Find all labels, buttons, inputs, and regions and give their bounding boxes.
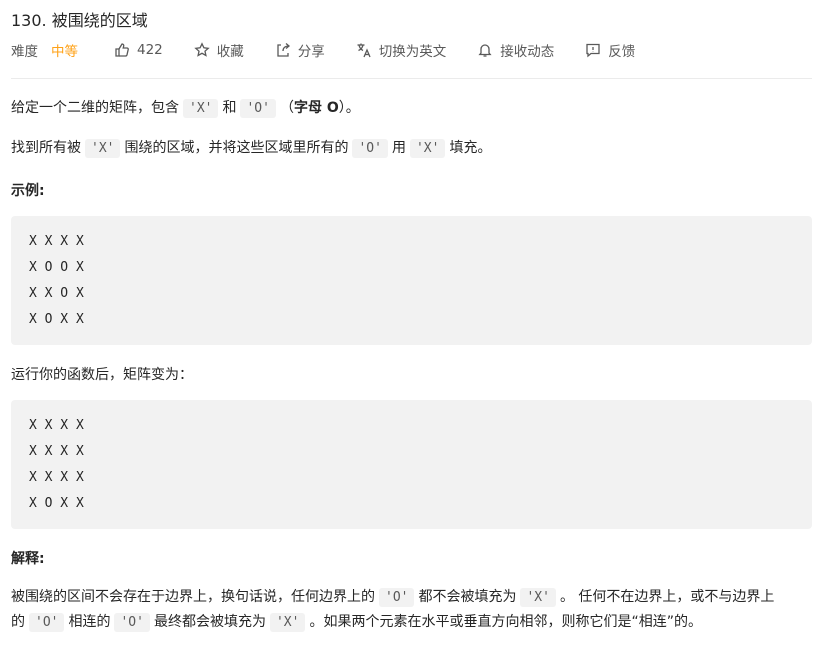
desc-text: （: [279, 100, 294, 116]
inline-code: 'O': [240, 99, 276, 118]
explanation-paragraph: 被围绕的区间不会存在于边界上，换句话说，任何边界上的 'O' 都不会被填充为 'X'。…: [11, 585, 811, 635]
inline-code: 'O': [352, 139, 388, 158]
inline-code: 'O': [114, 613, 150, 632]
feedback-label: 反馈: [608, 44, 636, 60]
thumbs-up-icon: [115, 43, 129, 57]
description-paragraph-2: 找到所有被 'X' 围绕的区域，并将这些区域里所有的 'O' 用 'X' 填充。: [11, 137, 491, 160]
example-heading: 示例:: [11, 183, 45, 199]
inline-code: 'X': [520, 588, 556, 607]
difficulty-label: 难度: [11, 44, 38, 60]
description-paragraph-1: 给定一个二维的矩阵，包含 'X' 和 'O' （字母 O）。: [11, 97, 360, 120]
desc-text: 给定一个二维的矩阵，包含: [11, 100, 179, 116]
inline-code: 'X': [269, 613, 306, 632]
subscribe-label: 接收动态: [500, 44, 555, 60]
desc-text: 和: [222, 100, 237, 116]
star-icon: [194, 42, 210, 57]
bell-icon: [478, 44, 492, 57]
inline-code: 'O': [379, 588, 415, 607]
explanation-heading: 解释:: [11, 551, 45, 567]
feedback-button[interactable]: 反馈: [585, 40, 635, 60]
explain-text: 最终都会被填充为: [153, 614, 266, 630]
explain-text: 相连的: [68, 614, 111, 630]
explain-text: 都不会被填充为: [418, 589, 517, 605]
example-input-block: X X X X X O O X X X O X X O X X: [11, 216, 812, 345]
inline-code: 'X': [183, 99, 219, 118]
example-output-block: X X X X X X X X X X X X X O X X: [11, 400, 812, 529]
problem-title: 130. 被围绕的区域: [11, 11, 148, 30]
desc-text: 围绕的区域，并将这些区域里所有的: [124, 140, 349, 156]
like-count: 422: [137, 42, 163, 58]
translate-icon: [357, 43, 371, 58]
bold-text: 字母 O: [293, 100, 339, 116]
inline-code: 'X': [409, 139, 446, 158]
desc-text: 找到所有被: [11, 140, 81, 156]
translate-button[interactable]: 切换为英文: [356, 40, 447, 60]
share-button[interactable]: 分享: [275, 40, 325, 60]
feedback-icon: [586, 43, 600, 58]
translate-label: 切换为英文: [378, 44, 447, 60]
favorite-button[interactable]: 收藏: [194, 40, 244, 60]
desc-text: 用: [391, 140, 406, 156]
inline-code: 'X': [85, 139, 121, 158]
desc-text: 填充。: [449, 140, 492, 156]
inline-code: 'O': [29, 613, 65, 632]
subscribe-button[interactable]: 接收动态: [477, 40, 554, 60]
example-after-text: 运行你的函数后，矩阵变为：: [11, 367, 193, 383]
share-label: 分享: [297, 44, 325, 60]
share-icon: [277, 43, 290, 57]
desc-text: ）。: [338, 100, 360, 116]
like-button[interactable]: 422: [114, 42, 163, 58]
favorite-label: 收藏: [216, 44, 244, 60]
header-divider: [11, 78, 812, 79]
difficulty-value: 中等: [51, 44, 78, 60]
problem-toolbar: 难度 中等 422 收藏 分享 切换为英文 接收动态 反馈: [11, 38, 666, 62]
explain-text: 。如果两个元素在水平或垂直方向相邻，则称它们是“相连”的。: [309, 614, 702, 630]
explain-text: 被围绕的区间不会存在于边界上，换句话说，任何边界上的: [11, 589, 375, 605]
